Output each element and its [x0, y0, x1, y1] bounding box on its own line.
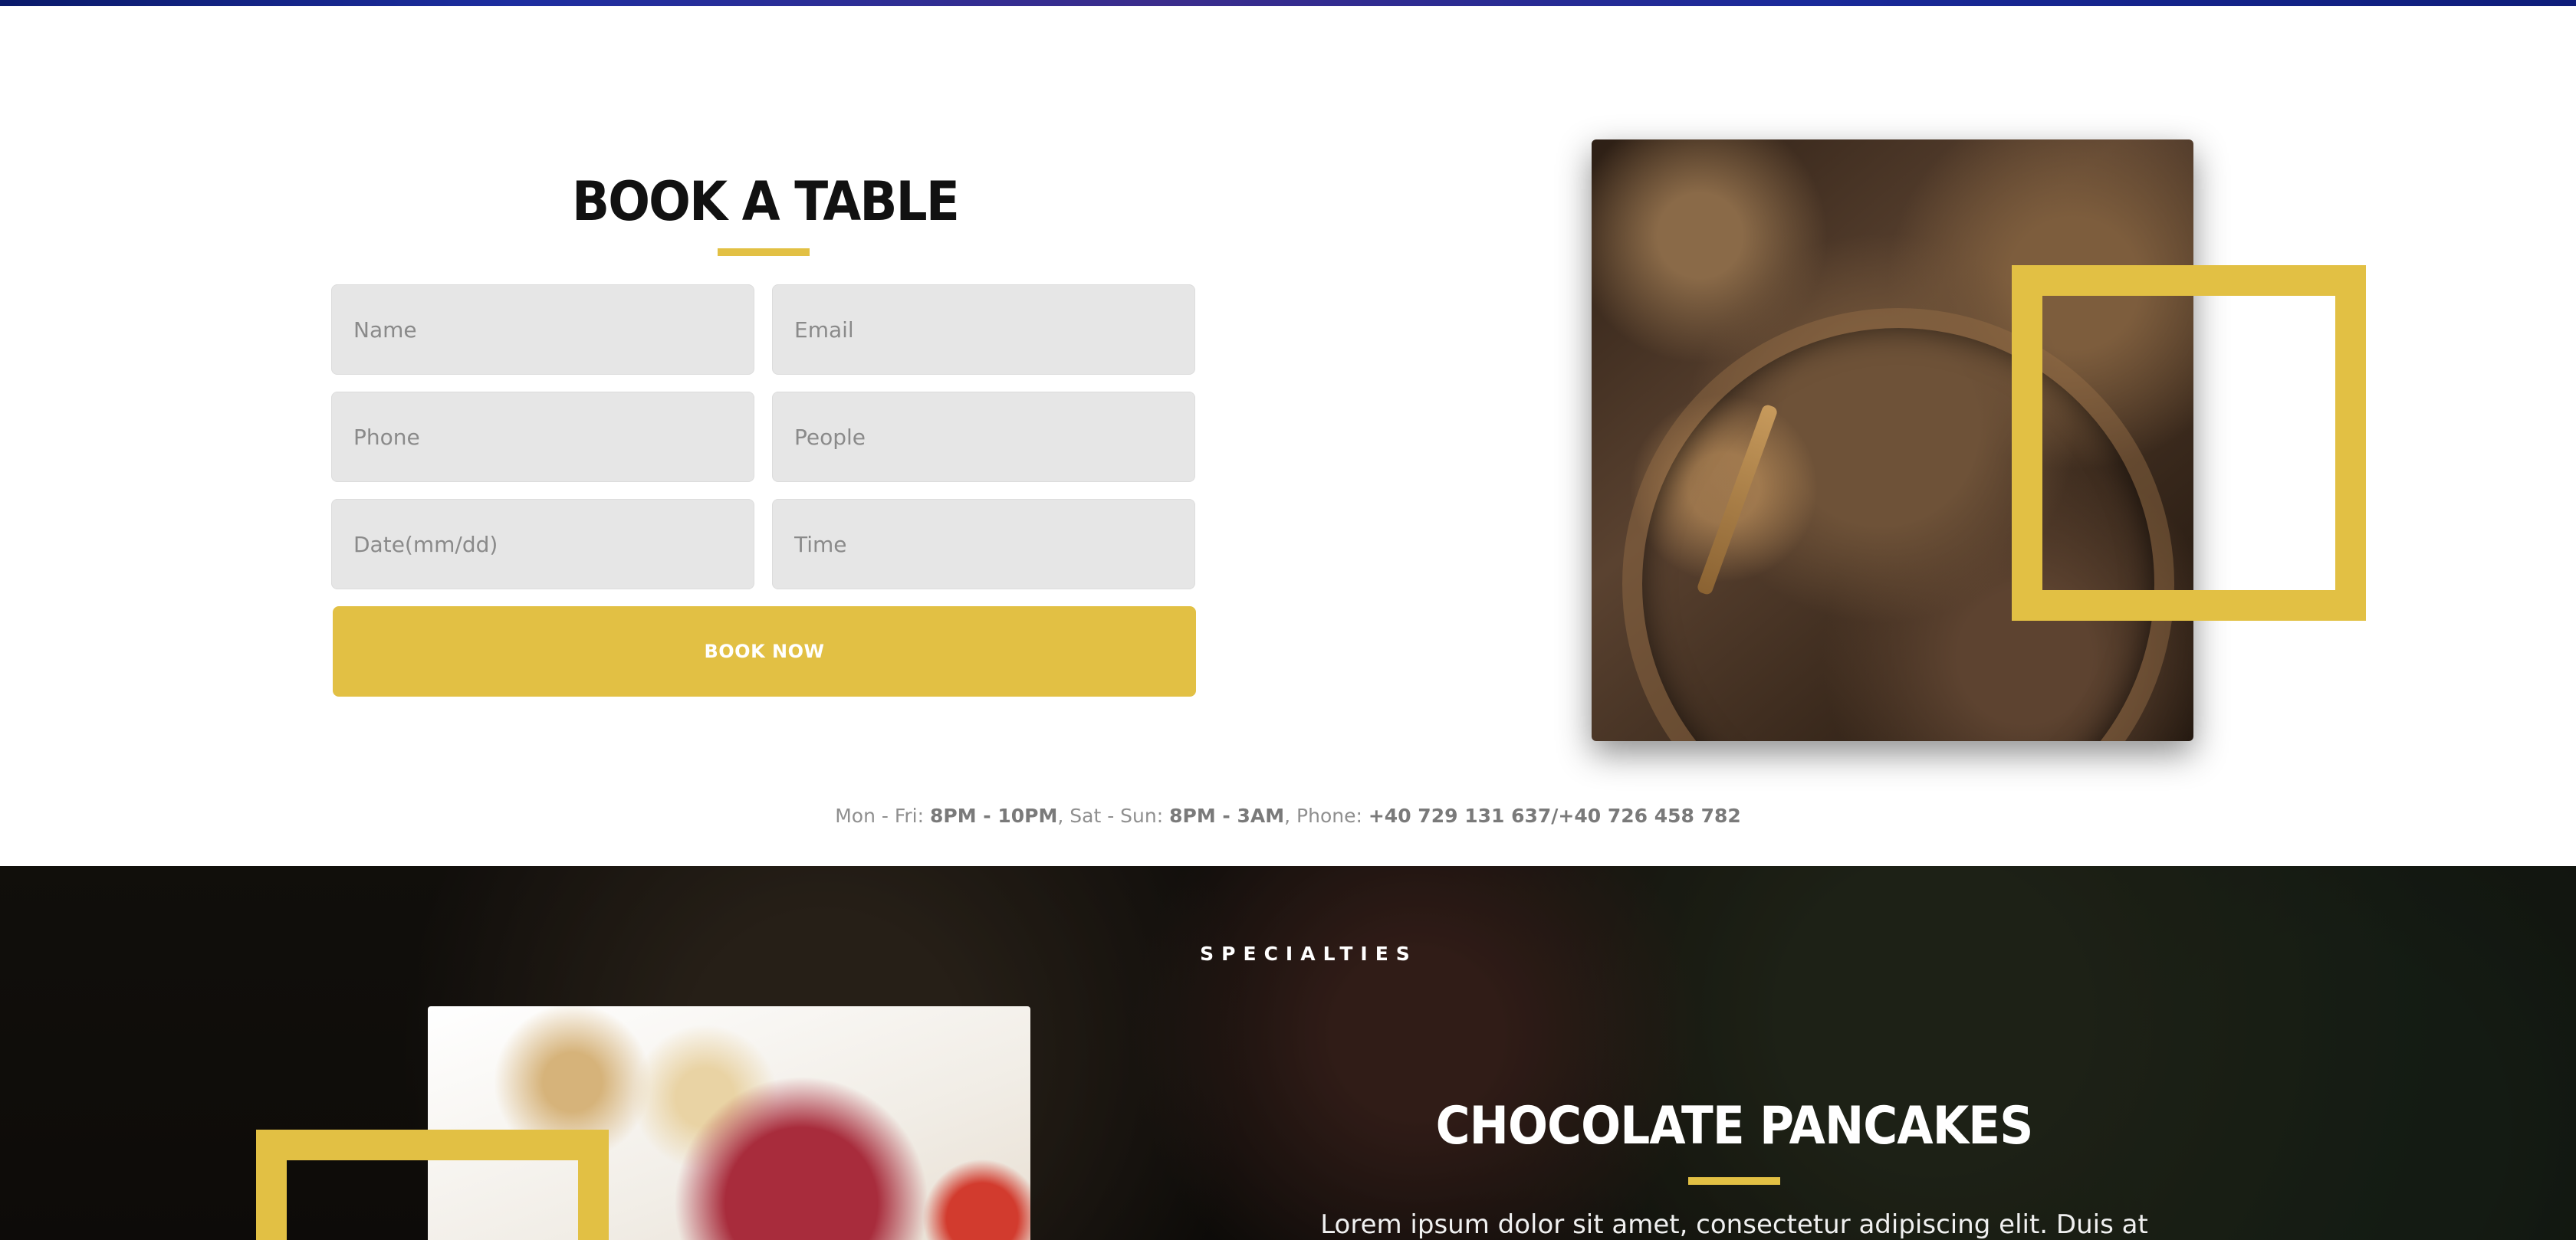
- top-banner-strip: [0, 0, 2576, 6]
- decorative-frame-left: [256, 1130, 609, 1240]
- phone-field[interactable]: [331, 392, 754, 482]
- people-field[interactable]: [772, 392, 1195, 482]
- email-field[interactable]: [772, 284, 1195, 375]
- time-field[interactable]: [772, 499, 1195, 589]
- opening-hours: Mon - Fri: 8PM - 10PM, Sat - Sun: 8PM - …: [835, 805, 1741, 827]
- weekend-label: Sat - Sun:: [1070, 805, 1164, 827]
- name-field[interactable]: [331, 284, 754, 375]
- dish-title: CHOCOLATE PANCAKES: [1435, 1096, 2034, 1156]
- book-table-heading: BOOK A TABLE: [572, 170, 960, 233]
- heading-underline: [718, 248, 810, 256]
- date-field[interactable]: [331, 499, 754, 589]
- book-now-button[interactable]: BOOK NOW: [333, 606, 1196, 697]
- dish-description: Lorem ipsum dolor sit amet, consectetur …: [1320, 1209, 2148, 1240]
- decorative-frame: [2012, 265, 2366, 621]
- weekday-label: Mon - Fri:: [835, 805, 925, 827]
- dish-title-underline: [1688, 1177, 1780, 1185]
- phone-label: Phone:: [1296, 805, 1362, 827]
- phone-numbers: +40 729 131 637/+40 726 458 782: [1368, 805, 1741, 827]
- weekend-hours: 8PM - 3AM: [1169, 805, 1285, 827]
- specialties-label: SPECIALTIES: [1200, 943, 1418, 965]
- weekday-hours: 8PM - 10PM: [930, 805, 1058, 827]
